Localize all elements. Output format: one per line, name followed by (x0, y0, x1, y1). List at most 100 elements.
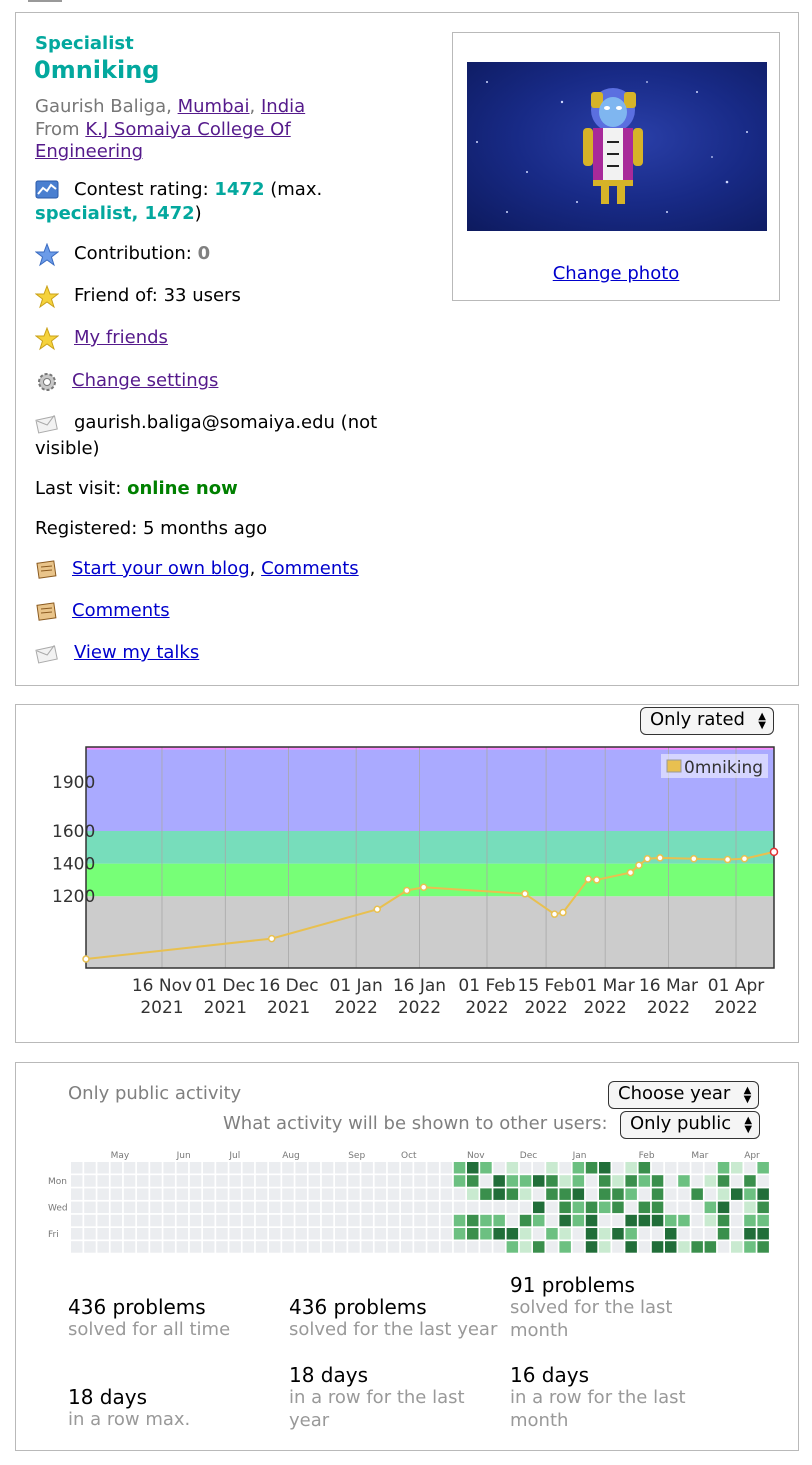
x-tick-year: 2022 (647, 998, 690, 1018)
activity-day-cell (216, 1201, 228, 1214)
activity-day-cell (651, 1162, 664, 1174)
activity-day-cell (612, 1201, 624, 1214)
activity-day-cell (651, 1228, 664, 1240)
select-arrows-icon: ▲ ▼ (744, 1115, 753, 1135)
activity-day-cell (335, 1201, 347, 1214)
contribution-label: Contribution: (74, 243, 192, 264)
activity-day-cell (744, 1162, 756, 1174)
activity-day-cell (665, 1162, 677, 1174)
activity-day-cell (216, 1241, 228, 1253)
activity-day-cell (123, 1201, 136, 1214)
activity-day-cell (453, 1241, 466, 1253)
activity-day-cell (242, 1162, 255, 1174)
activity-day-cell (308, 1175, 321, 1187)
rating-chart: 190016001400120016 Nov202101 Dec202116 D… (52, 746, 779, 1018)
activity-day-cell (71, 1228, 83, 1240)
activity-day-cell (374, 1201, 387, 1214)
activity-day-cell (599, 1188, 611, 1200)
start-blog-link[interactable]: Start your own blog (72, 558, 250, 579)
comments-link[interactable]: Comments (72, 599, 170, 623)
month-label: Sep (348, 1151, 365, 1161)
last-visit-label: Last visit: (35, 478, 122, 499)
activity-day-cell (625, 1188, 637, 1200)
activity-day-cell (282, 1175, 294, 1187)
profile-panel: Specialist 0mniking Gaurish Baliga, Mumb… (15, 12, 799, 686)
country-link[interactable]: India (261, 96, 305, 117)
activity-day-cell (137, 1228, 149, 1240)
activity-day-cell (585, 1228, 598, 1240)
x-tick-label: 15 Feb (518, 976, 575, 996)
activity-day-cell (572, 1201, 585, 1214)
activity-day-cell (572, 1175, 585, 1187)
activity-day-cell (308, 1241, 321, 1253)
activity-day-cell (493, 1162, 505, 1174)
activity-day-cell (150, 1214, 162, 1227)
activity-day-cell (216, 1228, 228, 1240)
activity-day-cell (401, 1188, 413, 1200)
view-talks-link[interactable]: View my talks (74, 641, 199, 665)
activity-day-cell (414, 1214, 426, 1227)
choose-year-select[interactable]: Choose year ▲ ▼ (608, 1081, 760, 1109)
stat-caption: solved for the last year (289, 1319, 498, 1340)
max-open: (max. (270, 179, 323, 200)
comments-inline-link[interactable]: Comments (261, 558, 359, 579)
visibility-select[interactable]: Only public ▲ ▼ (620, 1111, 761, 1139)
activity-day-cell (506, 1214, 519, 1227)
my-friends-link[interactable]: My friends (74, 326, 168, 350)
activity-day-cell (401, 1241, 413, 1253)
activity-day-cell (519, 1162, 532, 1174)
rating-point (740, 854, 749, 863)
month-label: Nov (467, 1151, 485, 1161)
activity-day-cell (361, 1188, 373, 1200)
month-label: Jan (572, 1151, 587, 1161)
rating-point (82, 955, 90, 963)
activity-day-cell (137, 1162, 149, 1174)
activity-day-cell (467, 1162, 479, 1174)
activity-day-cell (203, 1162, 215, 1174)
change-photo-link[interactable]: Change photo (453, 263, 779, 284)
activity-day-cell (308, 1201, 321, 1214)
stat-streak-month: 16 days in a row for the last month (510, 1363, 710, 1432)
activity-day-cell (440, 1175, 453, 1187)
activity-day-cell (665, 1241, 677, 1253)
activity-day-cell (533, 1228, 545, 1240)
activity-day-cell (546, 1214, 558, 1227)
activity-day-cell (533, 1214, 545, 1227)
registered-text: Registered: 5 months ago (35, 518, 268, 539)
rating-point (267, 934, 276, 943)
activity-day-cell (585, 1201, 598, 1214)
activity-day-cell (295, 1214, 307, 1227)
activity-day-cell (440, 1188, 453, 1200)
activity-day-cell (282, 1241, 294, 1253)
rating-point (626, 868, 635, 877)
activity-day-cell (427, 1228, 439, 1240)
email-visibility: visible) (35, 438, 100, 459)
rating-point (403, 886, 411, 895)
x-tick-label: 01 Dec (195, 976, 255, 996)
activity-day-cell (519, 1188, 532, 1200)
activity-day-cell (691, 1175, 703, 1187)
activity-day-cell (559, 1241, 571, 1253)
activity-day-cell (506, 1162, 519, 1174)
city-link[interactable]: Mumbai (178, 96, 250, 117)
activity-day-cell (282, 1188, 294, 1200)
blog-icon (36, 560, 57, 579)
change-settings-link[interactable]: Change settings (72, 369, 218, 393)
activity-day-cell (651, 1175, 664, 1187)
activity-day-cell (282, 1162, 294, 1174)
activity-day-cell (440, 1162, 453, 1174)
visibility-value: Only public (630, 1113, 732, 1134)
visibility-question: What activity will be shown to other use… (223, 1113, 608, 1134)
activity-day-cell (137, 1188, 149, 1200)
activity-day-cell (308, 1162, 321, 1174)
activity-day-cell (599, 1228, 611, 1240)
activity-day-cell (453, 1175, 466, 1187)
activity-day-cell (255, 1241, 268, 1253)
activity-day-cell (84, 1162, 96, 1174)
activity-day-cell (176, 1214, 189, 1227)
stat-caption: solved for all time (68, 1319, 231, 1340)
activity-day-cell (585, 1162, 598, 1174)
activity-day-cell (401, 1228, 413, 1240)
activity-day-cell (625, 1214, 637, 1227)
activity-day-cell (269, 1188, 281, 1200)
